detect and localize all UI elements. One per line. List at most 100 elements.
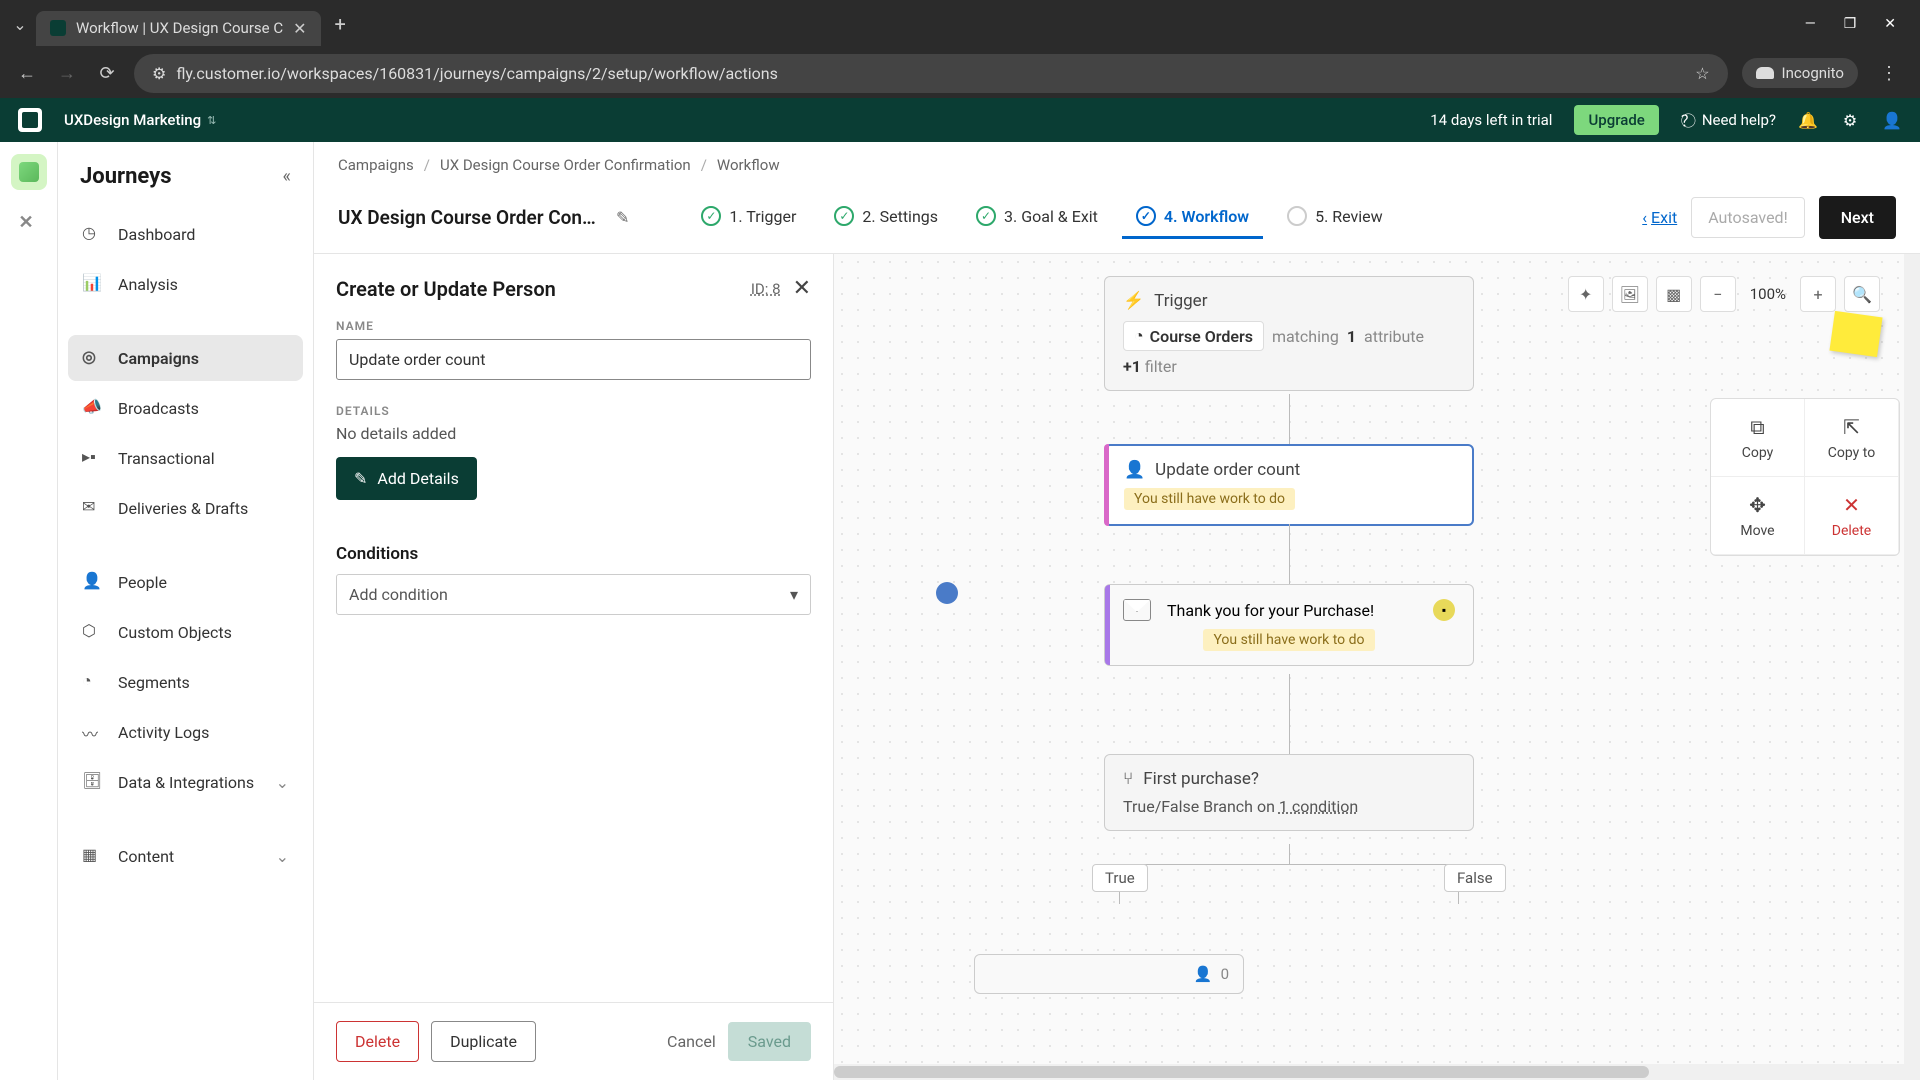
receipt-icon: ▸▪ <box>82 447 104 469</box>
branch-node[interactable]: ⑂First purchase? True/False Branch on 1 … <box>1104 754 1474 831</box>
reload-icon[interactable]: ⟳ <box>94 63 120 84</box>
sidebar-item-content[interactable]: ▦Content⌄ <box>68 833 303 879</box>
attr-count: 1 <box>1347 327 1356 346</box>
autosaved-status: Autosaved! <box>1691 197 1805 238</box>
site-settings-icon[interactable]: ⚙ <box>152 64 166 83</box>
maximize-icon[interactable]: ❐ <box>1844 16 1857 32</box>
workflow-header: UX Design Course Order Confir... ✎ ✓1. T… <box>314 188 1920 254</box>
step-trigger[interactable]: ✓1. Trigger <box>687 196 810 239</box>
zoom-in-icon[interactable]: + <box>1800 276 1836 312</box>
work-badge: You still have work to do <box>1203 629 1374 651</box>
node-title: Trigger <box>1154 291 1207 311</box>
browser-menu-icon[interactable]: ⋮ <box>1872 63 1906 84</box>
sidebar-title: Journeys <box>80 164 172 189</box>
count-label: 0 <box>1221 965 1229 983</box>
sidebar-item-people[interactable]: 👤People <box>68 559 303 605</box>
close-tab-icon[interactable]: ✕ <box>293 19 306 38</box>
step-settings[interactable]: ✓2. Settings <box>820 196 952 239</box>
email-node[interactable]: Thank you for your Purchase! ▪ You still… <box>1104 584 1474 666</box>
other-product-icon[interactable]: ✕ <box>11 204 47 240</box>
browser-tab[interactable]: Workflow | UX Design Course C ✕ <box>36 11 321 46</box>
zoom-out-icon[interactable]: − <box>1700 276 1736 312</box>
sidebar-item-transactional[interactable]: ▸▪Transactional <box>68 435 303 481</box>
node-id-link[interactable]: ID: 8 <box>751 280 781 298</box>
sidebar-item-broadcasts[interactable]: 📣Broadcasts <box>68 385 303 431</box>
partial-node[interactable]: 👤0 <box>974 954 1244 994</box>
delete-node-button[interactable]: ✕Delete <box>1805 477 1899 555</box>
copy-button[interactable]: ⧉Copy <box>1711 399 1805 477</box>
chevron-down-icon: ▾ <box>790 585 798 604</box>
search-canvas-icon[interactable]: 🔍 <box>1844 276 1880 312</box>
sidebar-item-custom-objects[interactable]: ⬡Custom Objects <box>68 609 303 655</box>
cancel-button[interactable]: Cancel <box>667 1032 716 1051</box>
workspace-switcher[interactable]: UXDesign Marketing ⇅ <box>64 111 216 129</box>
add-condition-label: Add condition <box>349 585 448 604</box>
next-button[interactable]: Next <box>1819 196 1896 239</box>
back-icon[interactable]: ← <box>14 63 40 84</box>
breadcrumb-campaigns[interactable]: Campaigns <box>338 156 414 174</box>
nav-label: Segments <box>118 673 190 692</box>
segment-chip[interactable]: ◔Course Orders <box>1123 321 1264 351</box>
close-panel-icon[interactable]: ✕ <box>793 276 811 301</box>
duplicate-button[interactable]: Duplicate <box>431 1021 536 1062</box>
workflow-canvas[interactable]: ✦ 🖼 ▩ − 100% + 🔍 ⧉Copy ⇱Copy to ✥Move ✕D… <box>834 254 1920 1080</box>
sticky-note-icon[interactable]: ▩ <box>1656 276 1692 312</box>
sidebar-item-dashboard[interactable]: ◷Dashboard <box>68 211 303 257</box>
account-icon[interactable]: 👤 <box>1882 110 1902 130</box>
breadcrumb-campaign-name[interactable]: UX Design Course Order Confirmation <box>440 156 691 174</box>
close-window-icon[interactable]: ✕ <box>1884 16 1896 32</box>
journeys-product-icon[interactable] <box>11 154 47 190</box>
browser-tab-bar: ⌄ Workflow | UX Design Course C ✕ + — ❐ … <box>0 0 1920 48</box>
breadcrumb-workflow[interactable]: Workflow <box>717 156 780 174</box>
move-button[interactable]: ✥Move <box>1711 477 1805 555</box>
collapse-sidebar-icon[interactable]: « <box>283 166 291 187</box>
url-bar[interactable]: ⚙ fly.customer.io/workspaces/160831/jour… <box>134 54 1728 93</box>
cursor-indicator <box>936 582 958 604</box>
add-details-button[interactable]: ✎ Add Details <box>336 457 477 500</box>
delete-button[interactable]: Delete <box>336 1021 419 1062</box>
add-condition-select[interactable]: Add condition ▾ <box>336 574 811 615</box>
draft-status-icon: ▪ <box>1433 599 1455 621</box>
filter-text: filter <box>1145 357 1177 376</box>
edit-title-icon[interactable]: ✎ <box>616 208 629 227</box>
ideas-icon[interactable]: ✦ <box>1568 276 1604 312</box>
check-icon: ✓ <box>1136 206 1156 226</box>
step-goal-exit[interactable]: ✓3. Goal & Exit <box>962 196 1112 239</box>
node-title: First purchase? <box>1143 769 1259 789</box>
update-person-node[interactable]: 👤Update order count You still have work … <box>1104 444 1474 526</box>
bookmark-icon[interactable]: ☆ <box>1695 64 1709 83</box>
move-icon: ✥ <box>1749 493 1766 517</box>
nav-label: Deliveries & Drafts <box>118 499 248 518</box>
step-review[interactable]: 5. Review <box>1273 196 1397 239</box>
tab-list-dropdown[interactable]: ⌄ <box>8 12 32 36</box>
sidebar-item-data-integrations[interactable]: 🗄Data & Integrations⌄ <box>68 759 303 805</box>
incognito-badge[interactable]: Incognito <box>1742 58 1858 88</box>
copy-to-button[interactable]: ⇱Copy to <box>1805 399 1899 477</box>
forward-icon[interactable]: → <box>54 63 80 84</box>
trigger-node[interactable]: ⚡Trigger ◔Course Orders matching 1 attri… <box>1104 276 1474 391</box>
notifications-icon[interactable]: 🔔 <box>1798 110 1818 130</box>
upgrade-button[interactable]: Upgrade <box>1574 105 1658 135</box>
settings-icon[interactable]: ⚙ <box>1840 110 1860 130</box>
minimize-icon[interactable]: — <box>1805 16 1816 32</box>
need-help-button[interactable]: ？⃝ Need help? <box>1681 110 1776 131</box>
app-logo-icon[interactable] <box>18 108 42 132</box>
vertical-scrollbar[interactable] <box>1904 254 1920 1064</box>
sidebar-item-deliveries[interactable]: ✉Deliveries & Drafts <box>68 485 303 531</box>
chart-icon: 📊 <box>82 273 104 295</box>
app-header: UXDesign Marketing ⇅ 14 days left in tri… <box>0 98 1920 142</box>
exit-link[interactable]: ‹Exit <box>1642 208 1677 227</box>
sidebar-item-campaigns[interactable]: ◎Campaigns <box>68 335 303 381</box>
sidebar-item-analysis[interactable]: 📊Analysis <box>68 261 303 307</box>
condition-link[interactable]: 1 condition <box>1279 797 1358 816</box>
image-icon[interactable]: 🖼 <box>1612 276 1648 312</box>
name-input[interactable] <box>336 339 811 380</box>
cube-icon: ⬡ <box>82 621 104 643</box>
sticky-note[interactable] <box>1829 311 1882 357</box>
sidebar-item-segments[interactable]: ◔Segments <box>68 659 303 705</box>
horizontal-scrollbar[interactable] <box>834 1064 1920 1080</box>
no-details-text: No details added <box>336 424 811 443</box>
sidebar-item-activity-logs[interactable]: 〰Activity Logs <box>68 709 303 755</box>
new-tab-button[interactable]: + <box>325 12 356 36</box>
step-workflow[interactable]: ✓4. Workflow <box>1122 196 1263 239</box>
